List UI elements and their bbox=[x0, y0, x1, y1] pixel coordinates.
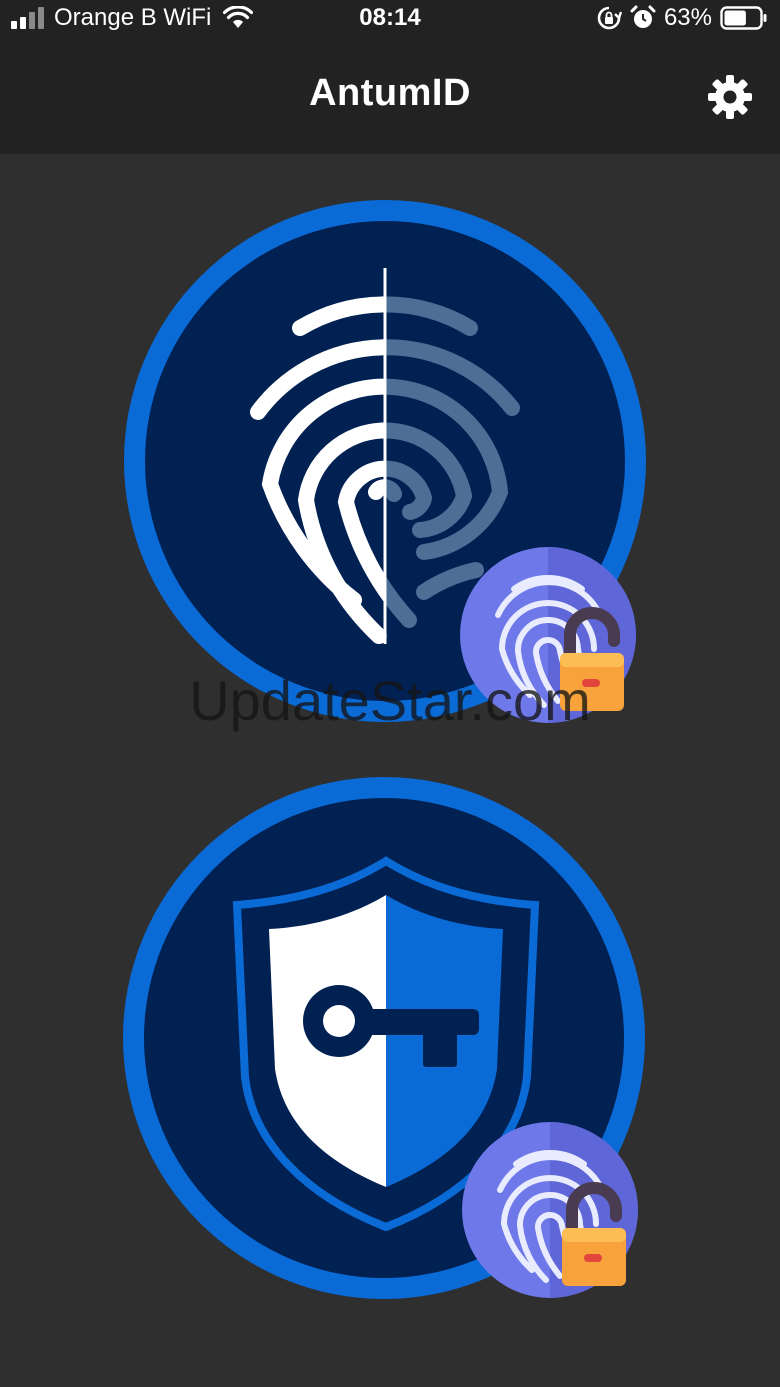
app-title: AntumID bbox=[309, 72, 471, 114]
status-bar: Orange B WiFi 08:14 63% bbox=[0, 0, 780, 40]
fingerprint-unlock-icon bbox=[460, 547, 636, 723]
battery-icon bbox=[720, 6, 767, 30]
gear-icon[interactable] bbox=[706, 73, 754, 121]
rotation-lock-icon bbox=[597, 6, 622, 30]
app-screen: Orange B WiFi 08:14 63% AntumID UpdateSt… bbox=[0, 0, 780, 1387]
battery-percent: 63% bbox=[663, 4, 712, 31]
alarm-icon bbox=[630, 5, 656, 28]
app-bar: AntumID bbox=[0, 40, 780, 154]
fingerprint-unlock-icon bbox=[462, 1122, 638, 1298]
status-right: 63% bbox=[596, 4, 768, 32]
